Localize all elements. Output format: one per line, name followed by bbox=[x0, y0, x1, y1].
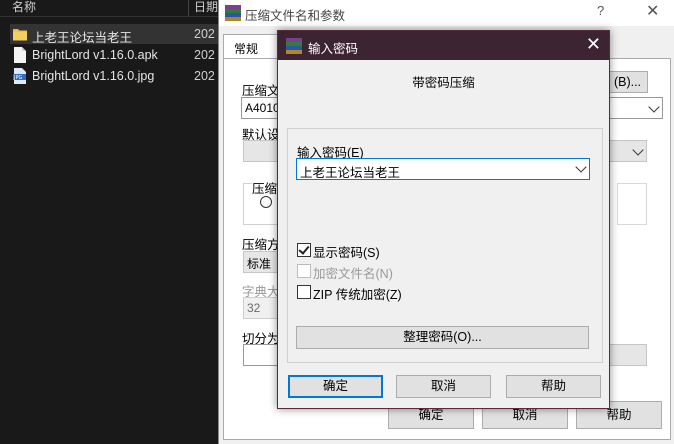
browse-button[interactable]: (B)... bbox=[607, 71, 648, 93]
organize-passwords-button[interactable]: 整理密码(O)... bbox=[296, 326, 589, 349]
enter-password-dialog: 输入密码 ✕ 带密码压缩 输入密码(E) 上老王论坛当老王 显示密码(S) 加密… bbox=[277, 30, 610, 409]
file-name: BrightLord v1.16.0.jpg bbox=[32, 69, 155, 83]
ok-label: 确定 bbox=[418, 408, 444, 422]
method-value: 标准 bbox=[247, 257, 272, 271]
help-label: 帮助 bbox=[540, 379, 566, 393]
folder-icon bbox=[13, 29, 27, 41]
encrypt-filenames-label[interactable]: 加密文件名(N) bbox=[313, 263, 393, 282]
show-password-checkbox[interactable] bbox=[297, 243, 311, 257]
zip-legacy-checkbox[interactable] bbox=[297, 285, 311, 299]
cancel-label: 取消 bbox=[430, 379, 456, 393]
dialog-title: 压缩文件名和参数 bbox=[245, 9, 346, 23]
set-password-button[interactable] bbox=[609, 344, 647, 366]
ok-button[interactable]: 确定 bbox=[288, 375, 383, 398]
help-icon[interactable]: ? bbox=[597, 3, 604, 18]
help-button[interactable]: 帮助 bbox=[506, 375, 601, 398]
close-icon[interactable]: ✕ bbox=[646, 1, 659, 21]
options-group bbox=[617, 183, 647, 225]
show-password-label[interactable]: 显示密码(S) bbox=[313, 242, 380, 261]
ok-label: 确定 bbox=[322, 379, 348, 393]
column-divider[interactable] bbox=[188, 0, 189, 16]
jpg-icon: JPG bbox=[13, 68, 26, 84]
tab-label: 常规 bbox=[234, 42, 259, 56]
chevron-down-icon[interactable] bbox=[575, 161, 587, 173]
dictionary-value: 32 bbox=[247, 301, 261, 315]
cancel-button[interactable]: 取消 bbox=[396, 375, 491, 398]
password-value: 上老王论坛当老王 bbox=[300, 166, 401, 180]
file-date: 202 bbox=[194, 27, 215, 41]
help-label: 帮助 bbox=[606, 408, 632, 422]
organize-label: 整理密码(O)... bbox=[403, 330, 482, 344]
dialog-heading: 带密码压缩 bbox=[412, 76, 475, 90]
tab-general[interactable]: 常规 bbox=[223, 34, 285, 59]
svg-text:JPG: JPG bbox=[13, 75, 22, 81]
winrar-icon bbox=[286, 38, 302, 54]
list-item[interactable]: BrightLord v1.16.0.apk 202 bbox=[10, 45, 220, 65]
column-date-header[interactable]: 日期 bbox=[194, 0, 218, 15]
zip-legacy-label[interactable]: ZIP 传统加密(Z) bbox=[313, 284, 402, 303]
cancel-label: 取消 bbox=[512, 408, 538, 422]
file-icon bbox=[14, 47, 26, 63]
file-name: 上老王论坛当老王 bbox=[32, 31, 133, 45]
winrar-icon bbox=[225, 5, 241, 21]
file-date: 202 bbox=[194, 69, 215, 83]
format-group-label: 压缩 bbox=[252, 178, 278, 197]
chevron-down-icon bbox=[632, 144, 644, 156]
encrypt-filenames-checkbox[interactable] bbox=[297, 264, 311, 278]
password-input[interactable]: 上老王论坛当老王 bbox=[296, 158, 590, 180]
archive-name-value: A4010 bbox=[245, 101, 280, 115]
file-name: BrightLord v1.16.0.apk bbox=[32, 48, 158, 62]
list-item[interactable]: JPG BrightLord v1.16.0.jpg 202 bbox=[10, 66, 220, 86]
column-name-header[interactable]: 名称 bbox=[12, 0, 36, 15]
file-explorer: 名称 日期 上老王论坛当老王 202 BrightLord v1.16.0.ap… bbox=[0, 0, 230, 444]
title-bar[interactable]: 压缩文件名和参数 ? ✕ bbox=[219, 0, 674, 26]
column-header: 名称 日期 bbox=[0, 0, 230, 17]
close-icon[interactable]: ✕ bbox=[586, 34, 601, 55]
dialog-title: 输入密码 bbox=[308, 42, 359, 56]
file-date: 202 bbox=[194, 48, 215, 62]
chevron-down-icon bbox=[648, 101, 660, 113]
browse-label: (B)... bbox=[613, 75, 642, 89]
list-item[interactable]: 上老王论坛当老王 202 bbox=[10, 24, 220, 45]
format-radio[interactable] bbox=[260, 196, 272, 208]
title-bar[interactable]: 输入密码 ✕ bbox=[278, 31, 609, 60]
